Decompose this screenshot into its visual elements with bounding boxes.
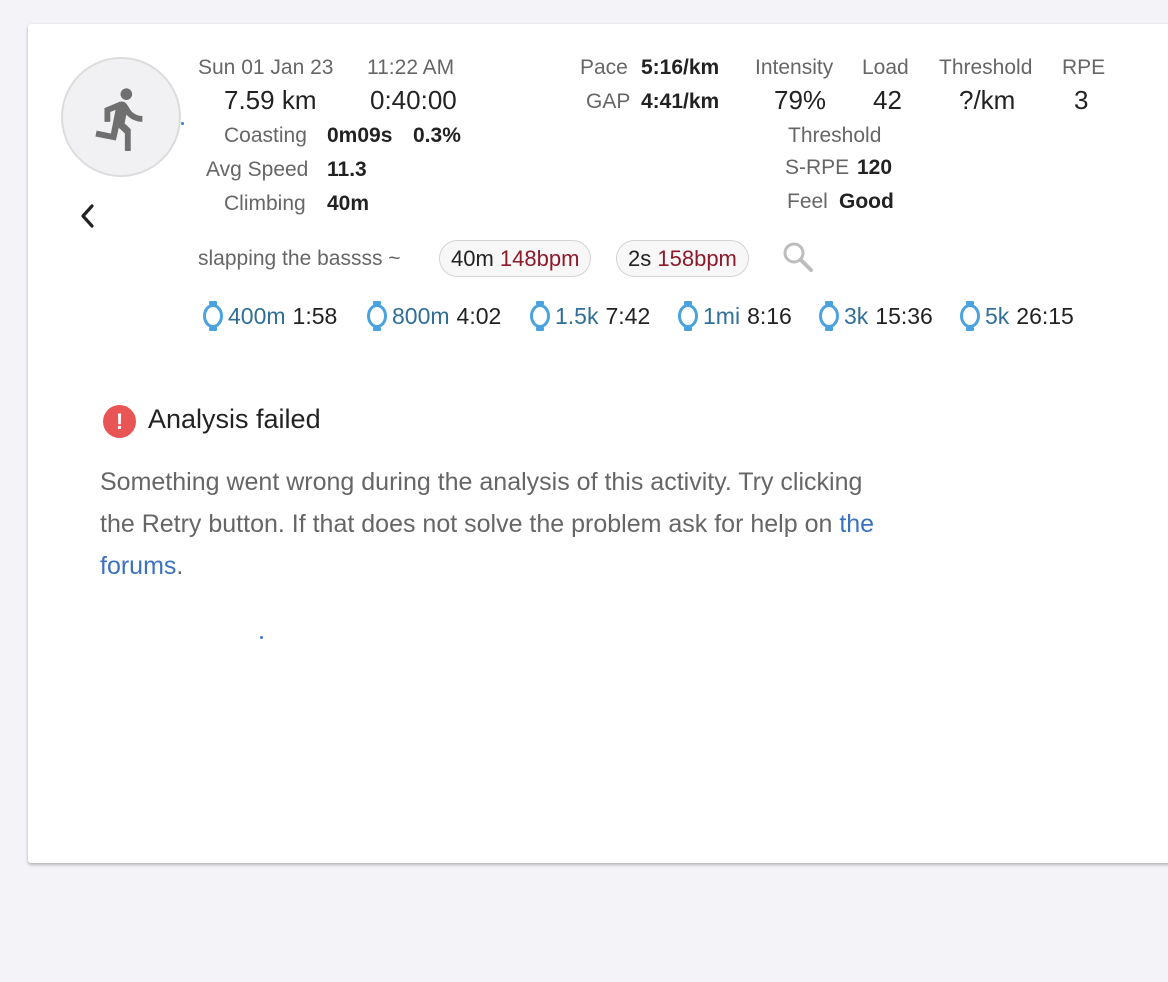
back-button[interactable] (76, 202, 100, 235)
avg-speed-label: Avg Speed (206, 158, 309, 181)
avatar-indicator-dot (181, 122, 184, 125)
coasting-label: Coasting (224, 124, 307, 147)
intensity-label: Intensity (755, 56, 834, 79)
best-effort-distance: 5k (985, 302, 1010, 329)
error-title: Analysis failed (148, 404, 321, 434)
best-effort-item[interactable]: 800m 4:02 (366, 301, 501, 331)
feel-value: Good (839, 190, 894, 213)
threshold-srpe-label-1: Threshold (788, 124, 882, 147)
gap-value: 4:41/km (641, 90, 720, 113)
best-effort-item[interactable]: 5k 26:15 (959, 301, 1074, 331)
search-button[interactable] (781, 240, 815, 279)
stopwatch-icon (530, 301, 550, 331)
activity-distance: 7.59 km (224, 85, 317, 115)
stopwatch-icon (678, 301, 698, 331)
hr-chip-bpm: 158bpm (657, 246, 737, 271)
threshold-label: Threshold (939, 56, 1033, 79)
best-effort-time: 4:02 (456, 302, 502, 329)
rpe-value: 3 (1074, 85, 1089, 115)
gap-label: GAP (586, 90, 631, 113)
hr-chip[interactable]: 40m 148bpm (439, 240, 592, 277)
threshold-srpe-label-2: S-RPE (785, 156, 850, 179)
stopwatch-icon (367, 301, 387, 331)
activity-name[interactable]: slapping the bassss ~ (198, 247, 401, 271)
activity-type-avatar[interactable] (61, 57, 181, 177)
threshold-value: ?/km (959, 85, 1016, 115)
coasting-time: 0m09s (327, 124, 393, 147)
best-effort-distance: 3k (844, 302, 869, 329)
hr-chip[interactable]: 2s 158bpm (616, 240, 749, 277)
activity-date: Sun 01 Jan 23 (198, 56, 334, 79)
error-message-text: Something went wrong during the analysis… (100, 468, 863, 538)
best-effort-time: 26:15 (1016, 302, 1074, 329)
pace-label: Pace (580, 56, 628, 79)
best-effort-item[interactable]: 1.5k 7:42 (529, 301, 650, 331)
best-effort-time: 1:58 (292, 302, 338, 329)
best-effort-distance: 400m (228, 302, 286, 329)
search-icon (783, 242, 813, 272)
error-icon: ! (103, 405, 136, 438)
threshold-srpe-value: 120 (857, 156, 893, 179)
hr-chip-duration: 40m (451, 246, 494, 271)
stopwatch-icon (960, 301, 980, 331)
loading-dot (260, 636, 263, 639)
activity-card: Sun 01 Jan 23 11:22 AM 7.59 km 0:40:00 C… (28, 24, 1168, 863)
best-effort-time: 15:36 (875, 302, 933, 329)
stopwatch-icon (819, 301, 839, 331)
activity-duration: 0:40:00 (370, 85, 457, 115)
intensity-value: 79% (774, 85, 827, 115)
best-effort-distance: 1.5k (555, 302, 599, 329)
best-effort-item[interactable]: 400m 1:58 (202, 301, 337, 331)
chevron-left-icon (81, 204, 94, 228)
feel-label: Feel (787, 190, 828, 213)
load-value: 42 (873, 85, 902, 115)
activity-time: 11:22 AM (367, 56, 455, 79)
best-effort-distance: 1mi (703, 302, 741, 329)
error-message: Something went wrong during the analysis… (100, 461, 900, 587)
hr-chip-bpm: 148bpm (499, 246, 580, 271)
load-label: Load (862, 56, 909, 79)
best-effort-time: 8:16 (747, 302, 792, 329)
best-effort-item[interactable]: 1mi 8:16 (677, 301, 792, 331)
hr-chip-duration: 2s (628, 246, 652, 271)
coasting-percent: 0.3% (413, 124, 461, 147)
rpe-label: RPE (1062, 56, 1106, 79)
error-message-end: . (176, 552, 184, 580)
climbing-label: Climbing (224, 192, 306, 215)
best-effort-item[interactable]: 3k 15:36 (818, 301, 933, 331)
climbing-value: 40m (327, 192, 370, 215)
stopwatch-icon (203, 301, 223, 331)
best-effort-distance: 800m (392, 302, 450, 329)
avg-speed-value: 11.3 (327, 158, 367, 181)
best-effort-time: 7:42 (605, 302, 651, 329)
pace-value: 5:16/km (641, 56, 720, 79)
running-person-icon (95, 88, 143, 152)
